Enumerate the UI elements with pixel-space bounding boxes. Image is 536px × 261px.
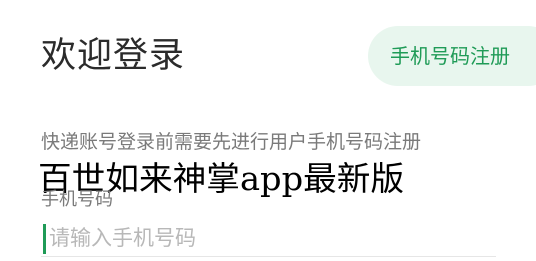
text-cursor [43, 224, 46, 254]
phone-input-wrapper [41, 222, 496, 257]
register-notice: 快递账号登录前需要先进行用户手机号码注册 [41, 131, 422, 153]
login-screen: 欢迎登录 手机号码注册 快递账号登录前需要先进行用户手机号码注册 百世如来神掌a… [0, 0, 536, 261]
page-title: 欢迎登录 [41, 36, 186, 76]
phone-input[interactable] [49, 222, 489, 254]
phone-register-button[interactable]: 手机号码注册 [368, 26, 536, 86]
phone-field-label: 手机号码 [41, 189, 113, 210]
